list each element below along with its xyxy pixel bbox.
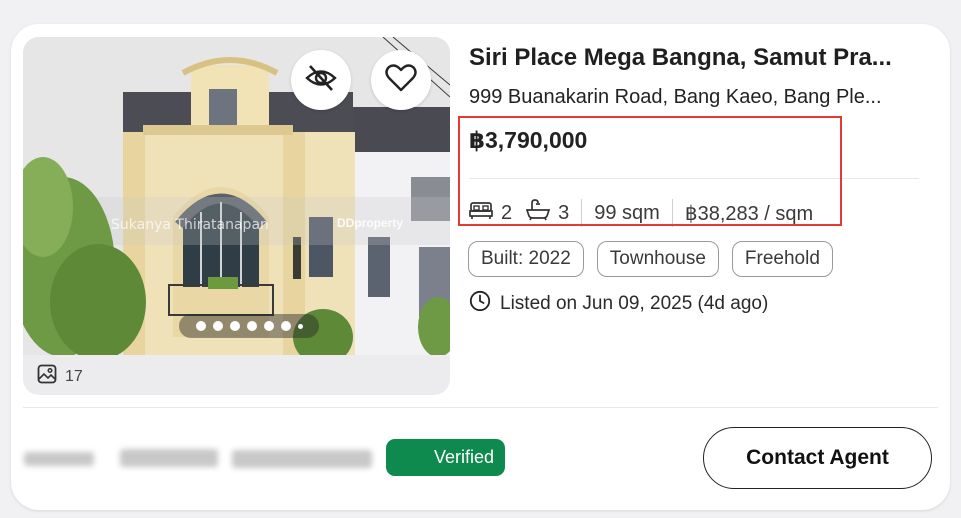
carousel-dots[interactable] xyxy=(179,314,319,338)
hide-listing-button[interactable] xyxy=(291,50,351,110)
highlight-box xyxy=(458,116,842,226)
photo-count-value: 17 xyxy=(65,367,83,385)
clock-icon xyxy=(469,290,491,318)
photo-watermark-brand: DDproperty xyxy=(337,216,404,230)
carousel-dot[interactable] xyxy=(246,321,257,331)
verified-badge: Verified xyxy=(386,439,505,476)
listing-tags: Built: 2022 Townhouse Freehold xyxy=(468,241,833,277)
carousel-dot[interactable] xyxy=(195,321,206,331)
image-gallery-icon xyxy=(37,364,57,389)
carousel-dot[interactable] xyxy=(229,321,240,331)
carousel-dot[interactable] xyxy=(263,321,274,331)
photo-watermark-author: Sukanya Thiratanapan xyxy=(111,217,269,233)
hide-eye-icon xyxy=(304,61,338,100)
tag-tenure: Freehold xyxy=(731,241,833,277)
tag-built-year: Built: 2022 xyxy=(468,241,584,277)
listing-photo[interactable]: Sukanya Thiratanapan DDproperty 17 xyxy=(23,37,450,395)
listing-address: 999 Buanakarin Road, Bang Kaeo, Bang Ple… xyxy=(469,86,882,108)
carousel-dot[interactable] xyxy=(297,323,303,329)
townhouse-image[interactable]: Sukanya Thiratanapan DDproperty xyxy=(23,37,450,355)
carousel-dot[interactable] xyxy=(212,321,223,331)
tag-property-type: Townhouse xyxy=(596,241,719,277)
card-divider xyxy=(23,407,938,408)
agent-name-blurred[interactable] xyxy=(24,446,374,470)
listed-date: Listed on Jun 09, 2025 (4d ago) xyxy=(469,290,768,318)
carousel-dot[interactable] xyxy=(280,321,291,331)
listing-title[interactable]: Siri Place Mega Bangna, Samut Pra... xyxy=(469,44,929,72)
listed-date-text: Listed on Jun 09, 2025 (4d ago) xyxy=(500,293,769,314)
save-favorite-button[interactable] xyxy=(371,50,431,110)
photo-count: 17 xyxy=(37,364,83,389)
heart-icon xyxy=(384,61,418,100)
contact-agent-button[interactable]: Contact Agent xyxy=(703,427,932,489)
